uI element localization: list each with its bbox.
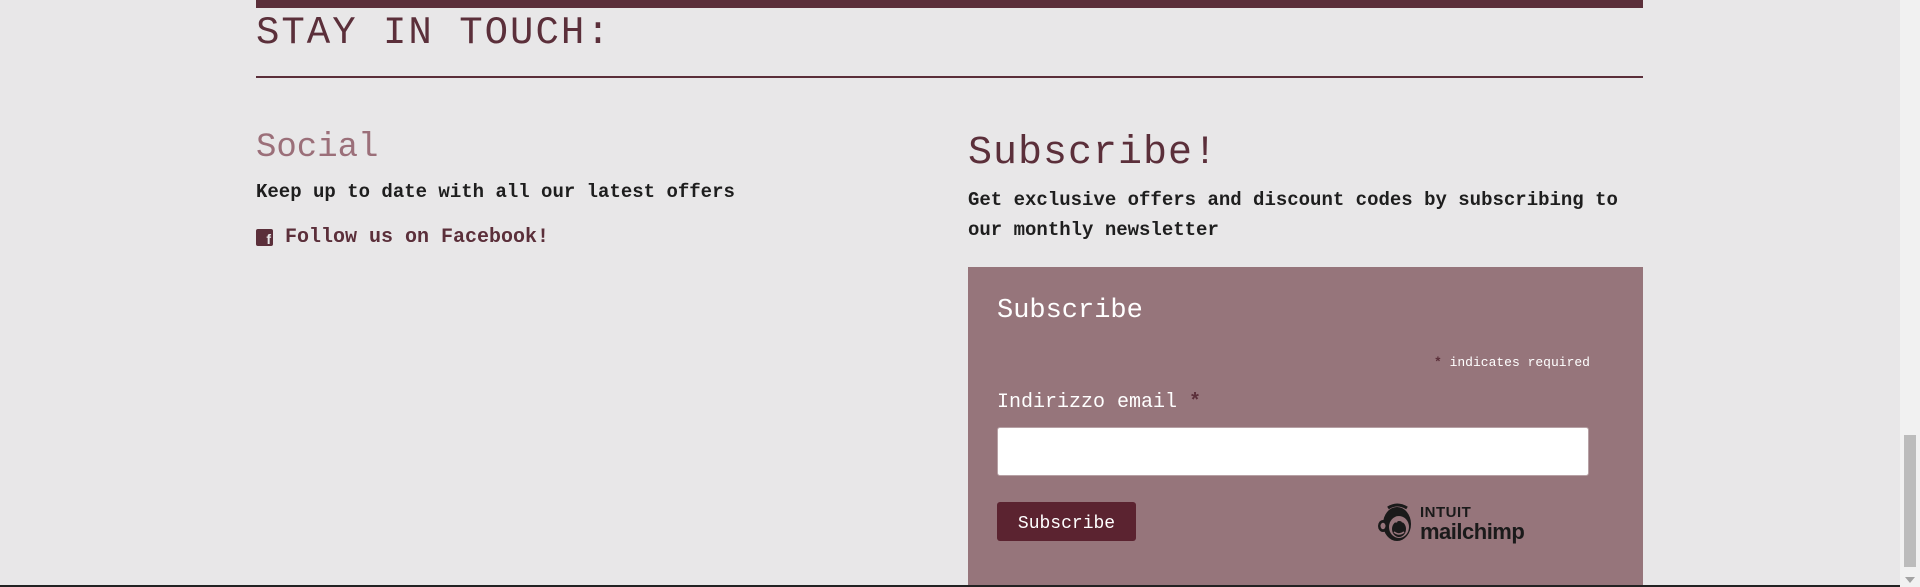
email-label-text: Indirizzo email <box>997 391 1178 414</box>
mailchimp-freddie-icon <box>1378 503 1411 541</box>
required-asterisk: * <box>1433 355 1442 370</box>
scroll-down-arrow-icon[interactable] <box>1905 577 1915 583</box>
email-required-asterisk: * <box>1189 391 1202 414</box>
facebook-link[interactable]: f Follow us on Facebook! <box>256 226 906 249</box>
subscribe-button[interactable]: Subscribe <box>997 502 1136 541</box>
intuit-wordmark: INTUIT <box>1420 504 1472 521</box>
scrollbar-thumb[interactable] <box>1904 435 1916 567</box>
email-label: Indirizzo email * <box>997 391 1201 414</box>
newsletter-description: Get exclusive offers and discount codes … <box>968 189 1618 241</box>
required-note-text: indicates required <box>1449 355 1590 370</box>
facebook-link-label: Follow us on Facebook! <box>285 226 550 249</box>
page: STAY IN TOUCH: Social Keep up to date wi… <box>0 0 1920 587</box>
form-title: Subscribe <box>997 296 1143 326</box>
newsletter-column: Subscribe! Get exclusive offers and disc… <box>968 128 1643 245</box>
mailchimp-wordmark: INTUIT mailchimp <box>1420 504 1525 544</box>
mailchimp-name: mailchimp <box>1420 519 1525 544</box>
social-heading: Social <box>256 129 379 167</box>
section-divider <box>256 76 1643 78</box>
facebook-icon: f <box>256 229 273 246</box>
social-column: Social Keep up to date with all our late… <box>256 128 906 249</box>
social-description: Keep up to date with all our latest offe… <box>256 181 735 203</box>
mailchimp-signup-form: Subscribe * indicates required Indirizzo… <box>968 267 1643 587</box>
vertical-scrollbar[interactable] <box>1900 0 1920 587</box>
intuit-mailchimp-logo[interactable]: INTUIT mailchimp <box>1376 502 1525 546</box>
required-indicator-note: * indicates required <box>1434 355 1590 370</box>
email-input[interactable] <box>997 427 1589 476</box>
newsletter-heading: Subscribe! <box>968 131 1219 176</box>
section-title: STAY IN TOUCH: <box>256 11 612 55</box>
top-accent-bar <box>256 0 1643 8</box>
